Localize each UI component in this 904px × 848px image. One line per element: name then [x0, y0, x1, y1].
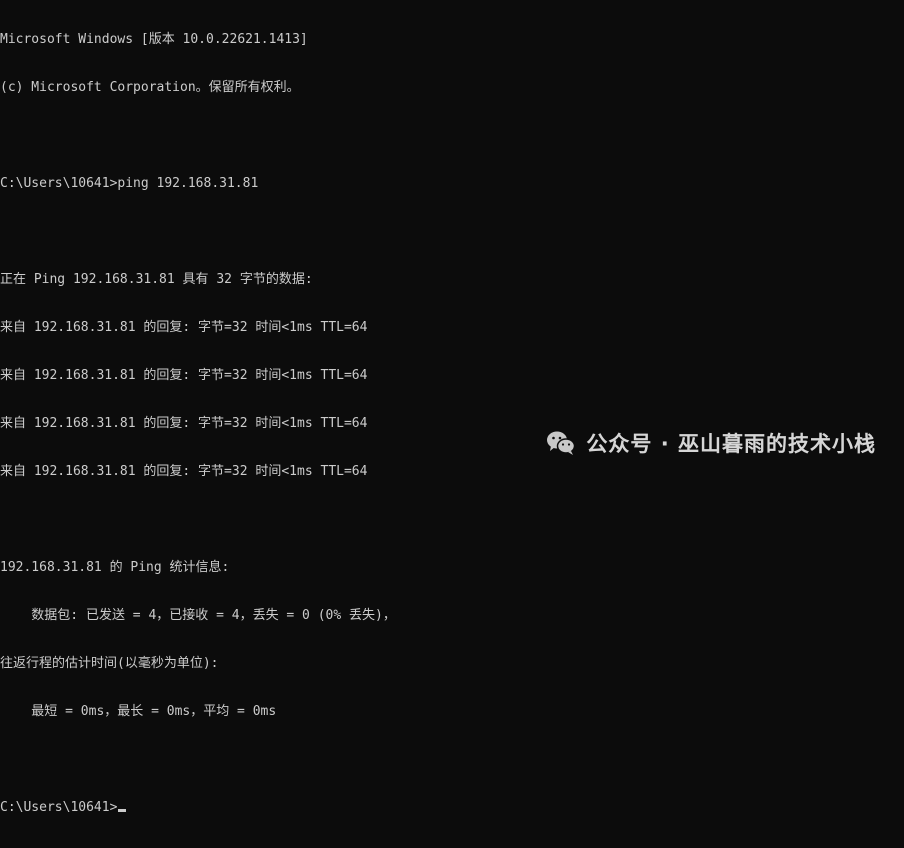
console-line: 数据包: 已发送 = 4，已接收 = 4，丢失 = 0 (0% 丢失)， — [0, 608, 396, 623]
console-line: 正在 Ping 192.168.31.81 具有 32 字节的数据: — [0, 272, 313, 287]
console-line: Microsoft Windows [版本 10.0.22621.1413] — [0, 32, 308, 47]
console-line: 来自 192.168.31.81 的回复: 字节=32 时间<1ms TTL=6… — [0, 416, 368, 431]
console-line: (c) Microsoft Corporation。保留所有权利。 — [0, 80, 300, 95]
command-prompt: C:\Users\10641> — [0, 800, 118, 815]
console-window[interactable]: Microsoft Windows [版本 10.0.22621.1413] (… — [0, 0, 904, 815]
console-output: Microsoft Windows [版本 10.0.22621.1413] (… — [0, 0, 396, 848]
console-line: 来自 192.168.31.81 的回复: 字节=32 时间<1ms TTL=6… — [0, 464, 368, 479]
console-line: C:\Users\10641>ping 192.168.31.81 — [0, 176, 259, 191]
wechat-icon — [546, 430, 576, 456]
console-line: 192.168.31.81 的 Ping 统计信息: — [0, 560, 230, 575]
console-line: 来自 192.168.31.81 的回复: 字节=32 时间<1ms TTL=6… — [0, 368, 368, 383]
watermark: 公众号 · 巫山暮雨的技术小栈 — [546, 428, 876, 458]
command-prompt-line[interactable]: C:\Users\10641> — [0, 800, 396, 816]
console-line: 最短 = 0ms，最长 = 0ms，平均 = 0ms — [0, 704, 277, 719]
watermark-text: 公众号 · 巫山暮雨的技术小栈 — [586, 432, 876, 456]
text-cursor — [118, 809, 127, 812]
console-line: 往返行程的估计时间(以毫秒为单位): — [0, 656, 219, 671]
console-line: 来自 192.168.31.81 的回复: 字节=32 时间<1ms TTL=6… — [0, 320, 368, 335]
